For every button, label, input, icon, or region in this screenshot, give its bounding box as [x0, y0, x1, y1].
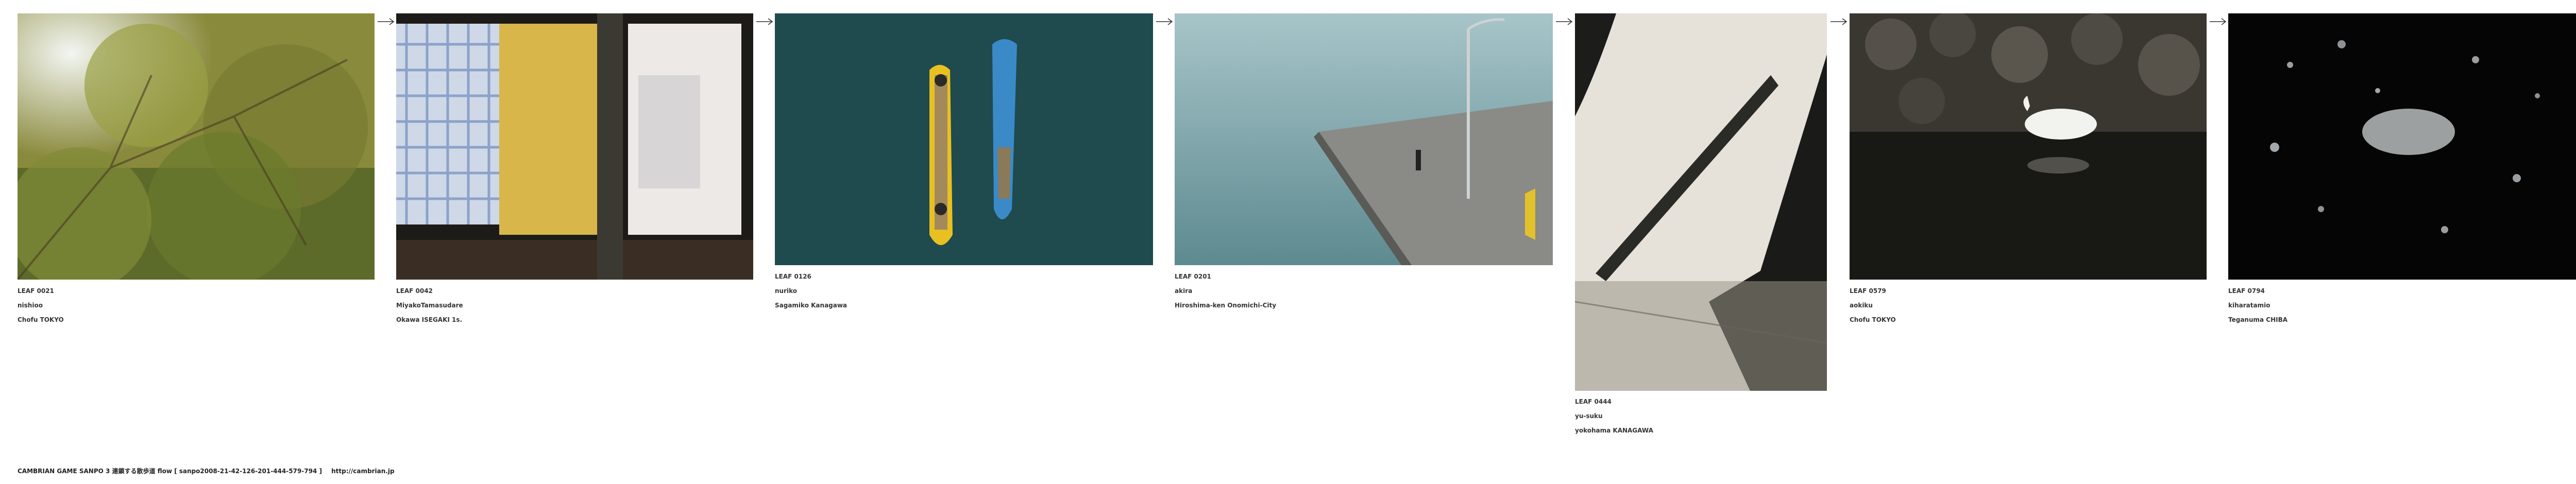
right-arrow-icon: [1156, 18, 1173, 26]
footer-text: CAMBRIAN GAME SANPO 3 連鎖する散歩道 flow [ san…: [18, 468, 322, 475]
leaf-caption-0126: LEAF 0126 nuriko Sagamiko Kanagawa: [775, 269, 847, 313]
leaf-place: Chofu TOKYO: [1850, 316, 1896, 323]
right-arrow-icon: [377, 18, 395, 26]
leaf-author: aokiku: [1850, 302, 1873, 309]
leaf-caption-0794: LEAF 0794 kiharatamio Teganuma CHIBA: [2228, 284, 2287, 327]
right-arrow-icon: [1830, 18, 1848, 26]
leaf-photo-0126[interactable]: [775, 13, 1153, 265]
page-footer: CAMBRIAN GAME SANPO 3 連鎖する散歩道 flow [ san…: [18, 466, 395, 475]
leaf-author: kiharatamio: [2228, 302, 2270, 309]
leaf-photo-0042[interactable]: [396, 13, 753, 280]
leaf-photo-0201[interactable]: [1175, 13, 1553, 265]
leaf-caption-0201: LEAF 0201 akira Hiroshima-ken Onomichi-C…: [1175, 269, 1276, 313]
leaf-photo-0021[interactable]: [18, 13, 375, 280]
leaf-caption-0579: LEAF 0579 aokiku Chofu TOKYO: [1850, 284, 1896, 327]
leaf-caption-0021: LEAF 0021 nishioo Chofu TOKYO: [18, 284, 64, 327]
leaf-photo-0794[interactable]: [2228, 13, 2576, 280]
leaf-place: Sagamiko Kanagawa: [775, 302, 848, 309]
leaf-id: LEAF 0126: [775, 273, 811, 280]
leaf-id: LEAF 0021: [18, 287, 54, 295]
footer-link[interactable]: http://cambrian.jp: [331, 468, 394, 475]
leaf-place: Hiroshima-ken Onomichi-City: [1175, 302, 1277, 309]
leaf-author: nuriko: [775, 287, 798, 295]
leaf-caption-0042: LEAF 0042 MiyakoTamasudare Okawa ISEGAKI…: [396, 284, 463, 327]
leaf-author: yu-suku: [1575, 412, 1603, 420]
right-arrow-icon: [756, 18, 773, 26]
leaf-place: Teganuma CHIBA: [2228, 316, 2288, 323]
leaf-author: akira: [1175, 287, 1193, 295]
leaf-place: Okawa ISEGAKI 1s.: [396, 316, 463, 323]
leaf-id: LEAF 0042: [396, 287, 433, 295]
leaf-caption-0444: LEAF 0444 yu-suku yokohama KANAGAWA: [1575, 394, 1653, 438]
leaf-id: LEAF 0201: [1175, 273, 1211, 280]
leaf-place: Chofu TOKYO: [18, 316, 64, 323]
leaf-id: LEAF 0794: [2228, 287, 2265, 295]
right-arrow-icon: [1555, 18, 1573, 26]
leaf-place: yokohama KANAGAWA: [1575, 427, 1653, 434]
right-arrow-icon: [2209, 18, 2227, 26]
leaf-author: MiyakoTamasudare: [396, 302, 463, 309]
leaf-id: LEAF 0579: [1850, 287, 1886, 295]
leaf-photo-0579[interactable]: [1850, 13, 2207, 280]
leaf-id: LEAF 0444: [1575, 398, 1612, 405]
leaf-photo-0444[interactable]: [1575, 13, 1827, 391]
leaf-author: nishioo: [18, 302, 43, 309]
